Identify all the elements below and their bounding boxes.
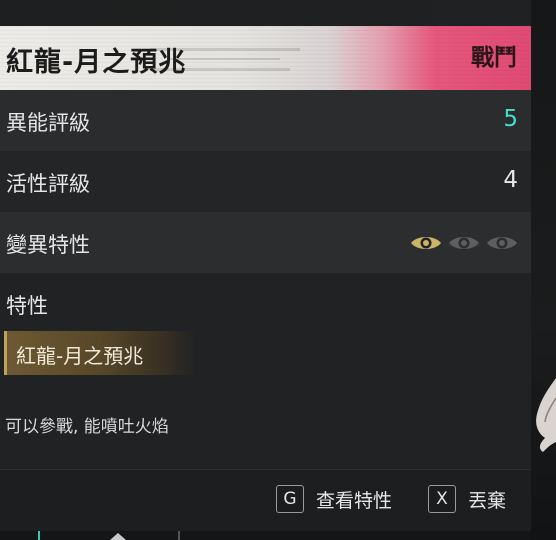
stat-row-mutation-traits: 變異特性 [0, 212, 531, 273]
stat-label: 異能評級 [6, 111, 90, 135]
traits-title: 特性 [6, 294, 48, 318]
stat-row-activity-rating: 活性評級 4 [0, 151, 531, 212]
key-g-icon: G [276, 485, 304, 513]
eye-icon-inactive [487, 237, 517, 249]
trait-badge-label: 紅龍-月之預兆 [16, 344, 144, 368]
background-scene [531, 0, 556, 540]
view-traits-label: 查看特性 [316, 489, 393, 512]
item-title: 紅龍-月之預兆 [6, 47, 187, 78]
item-header: 紅龍-月之預兆 戰鬥 [0, 26, 531, 90]
bottom-decoration [38, 531, 180, 540]
stat-value: 4 [503, 167, 518, 193]
background-figure [536, 378, 556, 452]
trait-badge[interactable]: 紅龍-月之預兆 [4, 331, 197, 375]
game-screen: 紅龍-月之預兆 戰鬥 異能評級 5 活性評級 4 變異特性 特性 紅龍-月之預兆… [0, 0, 556, 540]
stat-row-ability-rating: 異能評級 5 [0, 90, 531, 151]
stat-label: 活性評級 [6, 172, 90, 196]
eye-icon-active [411, 237, 441, 249]
discard-label: 丟棄 [468, 489, 507, 512]
eye-icon-inactive [449, 237, 479, 249]
mutation-eye-rating [409, 232, 519, 254]
stat-value: 5 [503, 106, 518, 132]
category-tag: 戰鬥 [471, 45, 517, 71]
item-detail-panel: 紅龍-月之預兆 戰鬥 異能評級 5 活性評級 4 變異特性 特性 紅龍-月之預兆… [0, 26, 531, 532]
key-x-icon: X [428, 485, 456, 513]
trait-description: 可以參戰, 能噴吐火焰 [5, 417, 169, 437]
traits-section: 特性 紅龍-月之預兆 可以參戰, 能噴吐火焰 [0, 273, 531, 469]
action-bar: G 查看特性 X 丟棄 [0, 469, 531, 532]
stat-label: 變異特性 [6, 233, 90, 257]
view-traits-button[interactable]: G 查看特性 [276, 485, 392, 513]
discard-button[interactable]: X 丟棄 [428, 485, 506, 513]
